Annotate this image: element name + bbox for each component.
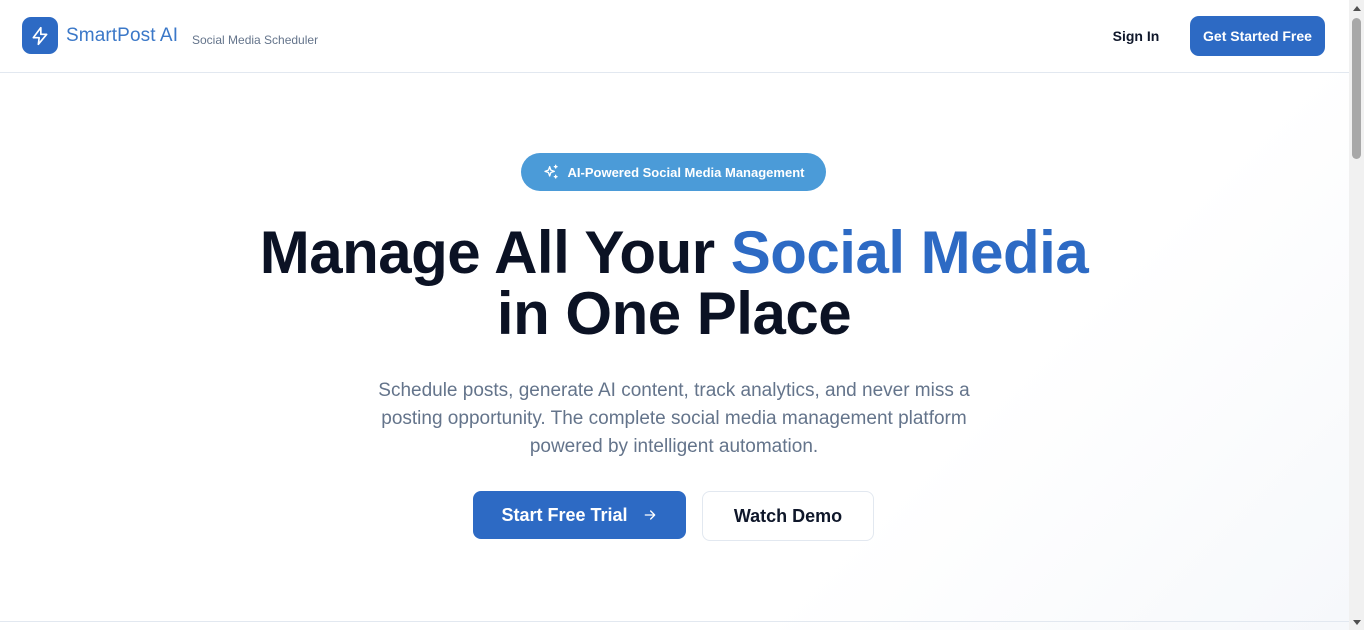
landing-page: SmartPost AI Social Media Scheduler Sign… bbox=[0, 0, 1349, 630]
scroll-up-icon[interactable] bbox=[1349, 0, 1364, 16]
logo[interactable] bbox=[22, 17, 58, 54]
lightning-icon bbox=[32, 26, 48, 45]
hero-badge: AI-Powered Social Media Management bbox=[521, 153, 826, 191]
badge-label: AI-Powered Social Media Management bbox=[567, 164, 805, 180]
headline-accent: Social Media bbox=[730, 219, 1089, 286]
get-started-button[interactable]: Get Started Free bbox=[1190, 16, 1325, 56]
start-free-trial-button[interactable]: Start Free Trial bbox=[473, 491, 686, 539]
vertical-scrollbar[interactable] bbox=[1349, 0, 1364, 630]
arrow-right-icon bbox=[644, 510, 655, 520]
start-free-trial-label: Start Free Trial bbox=[501, 504, 628, 525]
scroll-down-icon[interactable] bbox=[1349, 614, 1364, 630]
headline-part-2: in One Place bbox=[496, 280, 852, 347]
hero-headline: Manage All Your Social Media in One Plac… bbox=[150, 222, 1198, 344]
hero-subtext: Schedule posts, generate AI content, tra… bbox=[378, 380, 970, 457]
top-navbar: SmartPost AI Social Media Scheduler Sign… bbox=[0, 0, 1349, 73]
sign-in-link[interactable]: Sign In bbox=[1100, 18, 1172, 54]
sparkles-icon bbox=[543, 164, 558, 179]
headline-part-1: Manage All Your bbox=[259, 219, 731, 286]
watch-demo-button[interactable]: Watch Demo bbox=[702, 491, 874, 541]
section-divider bbox=[0, 621, 1349, 622]
scrollbar-thumb[interactable] bbox=[1352, 18, 1361, 159]
brand-name: SmartPost AI bbox=[66, 25, 179, 46]
brand-tagline: Social Media Scheduler bbox=[192, 33, 319, 47]
